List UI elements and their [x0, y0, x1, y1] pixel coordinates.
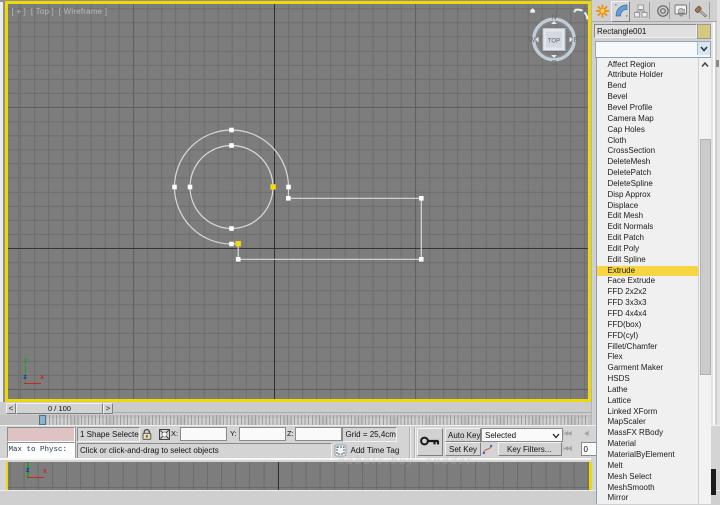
svg-text:S: S — [552, 60, 557, 67]
svg-text:N: N — [551, 15, 556, 22]
svg-text:TOP: TOP — [548, 39, 560, 45]
svg-text:W: W — [529, 37, 536, 44]
svg-text:E: E — [574, 37, 579, 44]
